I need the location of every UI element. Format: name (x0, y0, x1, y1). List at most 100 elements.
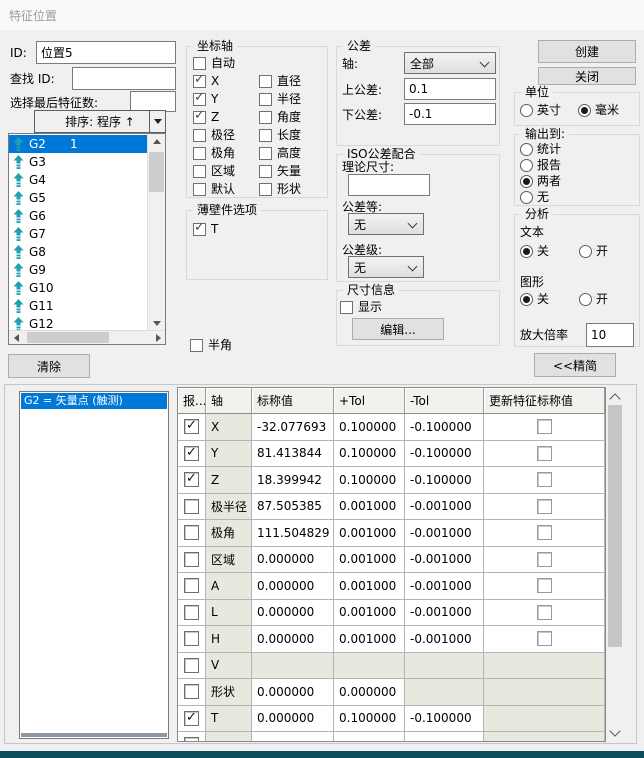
report-cell[interactable] (178, 653, 206, 680)
tolerance-class-combobox[interactable]: 无 (348, 256, 424, 278)
axis-直径-checkbox[interactable] (259, 75, 272, 88)
scroll-up-button[interactable] (148, 134, 165, 149)
nominal-cell[interactable]: 0.000000 (252, 626, 334, 653)
update-nominal-checkbox[interactable] (537, 446, 552, 461)
scroll-left-button[interactable] (9, 331, 23, 344)
update-nominal-checkbox[interactable] (537, 631, 552, 646)
output-两者-radio[interactable] (520, 175, 533, 188)
axis-Z-checkbox[interactable] (193, 111, 206, 124)
scroll-down-button[interactable] (148, 316, 165, 331)
output-两者-row[interactable]: 两者 (520, 174, 561, 188)
report-cell[interactable] (178, 494, 206, 521)
upper-tolerance-input[interactable] (404, 78, 496, 100)
feature-list-item-G10[interactable]: G10 (9, 279, 148, 297)
axis-默认-row[interactable]: 默认 (193, 183, 235, 196)
feature-list-item-G11[interactable]: G11 (9, 297, 148, 315)
report-cell[interactable] (178, 441, 206, 468)
axis-极角-checkbox[interactable] (193, 147, 206, 160)
plus-tol-cell[interactable]: 0.100000 (334, 706, 405, 733)
update-nominal-cell[interactable] (484, 547, 605, 574)
plus-tol-cell[interactable]: 0.001000 (334, 520, 405, 547)
axis-形状-row[interactable]: 形状 (259, 183, 301, 196)
report-checkbox[interactable] (184, 631, 199, 646)
analysis-text-on-row[interactable]: 开 (579, 244, 608, 258)
feature-list-item-G9[interactable]: G9 (9, 261, 148, 279)
analysis-graphics-on-row[interactable]: 开 (579, 292, 608, 306)
show-dimension-row[interactable]: 显示 (340, 301, 382, 314)
report-cell[interactable] (178, 679, 206, 706)
report-checkbox[interactable] (184, 446, 199, 461)
report-checkbox[interactable] (184, 552, 199, 567)
update-nominal-cell[interactable] (484, 626, 605, 653)
report-checkbox[interactable] (184, 658, 199, 673)
axis-角度-row[interactable]: 角度 (259, 111, 301, 124)
thinwall-T-checkbox[interactable] (193, 223, 206, 236)
unit-英寸-row[interactable]: 英寸 (520, 103, 561, 117)
theoretical-size-input[interactable] (348, 174, 430, 196)
analysis-graphics-off-radio[interactable] (520, 293, 533, 306)
report-checkbox[interactable] (184, 472, 199, 487)
minus-tol-cell[interactable]: -0.100000 (405, 441, 484, 468)
unit-毫米-row[interactable]: 毫米 (578, 103, 619, 117)
unit-毫米-radio[interactable] (578, 104, 591, 117)
selected-feature-item[interactable]: G2 = 矢量点 (触测) (21, 393, 167, 409)
report-checkbox[interactable] (184, 711, 199, 726)
report-checkbox[interactable] (184, 499, 199, 514)
hscroll-thumb[interactable] (27, 332, 109, 343)
minus-tol-cell[interactable]: -0.001000 (405, 494, 484, 521)
update-nominal-cell[interactable] (484, 520, 605, 547)
minus-tol-cell[interactable]: -0.100000 (405, 467, 484, 494)
update-nominal-cell[interactable] (484, 441, 605, 468)
axis-区域-row[interactable]: 区域 (193, 165, 235, 178)
tolerance-axis-combobox[interactable]: 全部 (404, 52, 496, 74)
plus-tol-cell[interactable]: 0.000000 (334, 679, 405, 706)
report-cell[interactable] (178, 467, 206, 494)
update-nominal-cell[interactable] (484, 494, 605, 521)
report-cell[interactable] (178, 547, 206, 574)
update-nominal-checkbox[interactable] (537, 419, 552, 434)
report-cell[interactable] (178, 414, 206, 441)
report-cell[interactable] (178, 626, 206, 653)
axis-矢量-checkbox[interactable] (259, 165, 272, 178)
table-scroll-up-button[interactable] (607, 388, 623, 405)
create-button[interactable]: 创建 (538, 40, 636, 63)
magnification-input[interactable] (586, 323, 634, 347)
thinwall-T-row[interactable]: T (193, 223, 218, 236)
nominal-cell[interactable]: -32.077693 (252, 414, 334, 441)
nominal-cell[interactable]: 0.000000 (252, 706, 334, 733)
output-报告-radio[interactable] (520, 159, 533, 172)
report-cell[interactable] (178, 706, 206, 733)
plus-tol-cell[interactable]: 0.100000 (334, 441, 405, 468)
plus-tol-cell[interactable]: 0.100000 (334, 414, 405, 441)
axis-Z-row[interactable]: Z (193, 111, 235, 124)
axis-高度-row[interactable]: 高度 (259, 147, 301, 160)
select-last-features-input[interactable] (130, 91, 176, 112)
nominal-cell[interactable]: 18.399942 (252, 467, 334, 494)
nominal-cell[interactable]: 81.413844 (252, 441, 334, 468)
minus-tol-cell[interactable]: -0.001000 (405, 520, 484, 547)
clear-button[interactable]: 清除 (8, 354, 90, 378)
output-无-row[interactable]: 无 (520, 190, 561, 204)
axis-Y-row[interactable]: Y (193, 93, 235, 106)
axis-X-row[interactable]: X (193, 75, 235, 88)
unit-英寸-radio[interactable] (520, 104, 533, 117)
analysis-graphics-on-radio[interactable] (579, 293, 592, 306)
report-cell[interactable] (178, 600, 206, 627)
analysis-graphics-off-row[interactable]: 关 (520, 292, 549, 306)
update-nominal-checkbox[interactable] (537, 552, 552, 567)
nominal-cell[interactable]: 0.000000 (252, 547, 334, 574)
minus-tol-cell[interactable]: -0.001000 (405, 547, 484, 574)
axis-半径-checkbox[interactable] (259, 93, 272, 106)
update-nominal-checkbox[interactable] (537, 525, 552, 540)
report-checkbox[interactable] (184, 525, 199, 540)
axis-直径-row[interactable]: 直径 (259, 75, 301, 88)
axis-X-checkbox[interactable] (193, 75, 206, 88)
update-nominal-cell[interactable] (484, 414, 605, 441)
output-报告-row[interactable]: 报告 (520, 158, 561, 172)
result-list-hscroll-thumb[interactable] (21, 733, 167, 737)
scroll-right-button[interactable] (151, 331, 165, 344)
plus-tol-cell[interactable]: 0.001000 (334, 547, 405, 574)
output-无-radio[interactable] (520, 191, 533, 204)
vscroll-thumb[interactable] (149, 152, 164, 192)
table-vscrollbar[interactable] (607, 388, 623, 741)
